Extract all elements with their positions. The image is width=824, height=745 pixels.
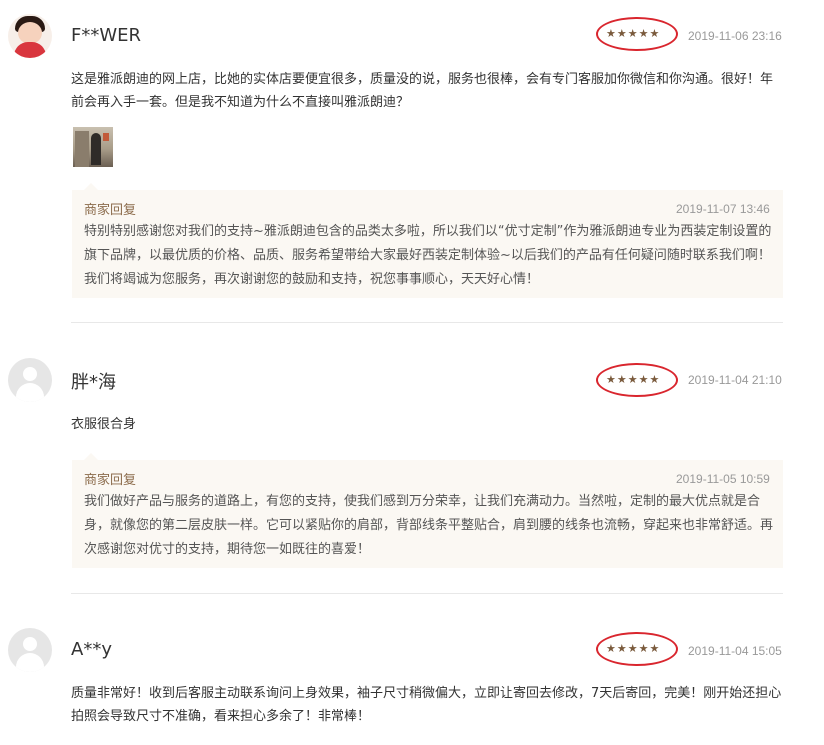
- merchant-reply-label: 商家回复: [84, 473, 137, 488]
- merchant-reply-date: 2019-11-05 10:59: [676, 472, 770, 486]
- merchant-reply: 商家回复 2019-11-05 10:59 我们做好产品与服务的道路上，有您的支…: [72, 453, 783, 568]
- review-item: F**WER ★★★★★ 2019-11-06 23:16 这是雅派朗迪的网上店…: [0, 0, 824, 323]
- photo-frame: [103, 133, 109, 141]
- review-date: 2019-11-04 21:10: [688, 373, 782, 387]
- merchant-reply-date: 2019-11-07 13:46: [676, 202, 770, 216]
- photo-figure: [91, 133, 101, 165]
- merchant-reply: 商家回复 2019-11-07 13:46 特别特别感谢您对我们的支持~雅派朗迪…: [72, 183, 783, 298]
- user-avatar[interactable]: [8, 628, 52, 672]
- review-item: A**y ★★★★★ 2019-11-04 15:05 质量非常好！收到后客服主…: [0, 594, 824, 745]
- user-avatar[interactable]: [8, 358, 52, 402]
- review-date: 2019-11-04 15:05: [688, 644, 782, 658]
- avatar-placeholder-body: [16, 653, 44, 672]
- merchant-reply-text: 特别特别感谢您对我们的支持~雅派朗迪包含的品类太多啦，所以我们以“优寸定制”作为…: [84, 224, 772, 287]
- avatar-placeholder-body: [16, 383, 44, 402]
- avatar-placeholder-head: [23, 637, 37, 651]
- reviewer-name: F**WER: [71, 25, 142, 46]
- user-avatar[interactable]: [8, 14, 52, 58]
- avatar-face: [18, 22, 42, 44]
- photo-door: [75, 131, 89, 167]
- review-text: 质量非常好！收到后客服主动联系询问上身效果，袖子尺寸稍微偏大，立即让寄回去修改，…: [71, 686, 782, 724]
- review-photo-thumbnail[interactable]: [73, 127, 113, 167]
- star-rating: ★★★★★: [606, 373, 661, 386]
- review-text: 这是雅派朗迪的网上店，比她的实体店要便宜很多，质量没的说，服务也很棒，会有专门客…: [71, 72, 774, 110]
- merchant-reply-text: 我们做好产品与服务的道路上，有您的支持，使我们感到万分荣幸，让我们充满动力。当然…: [84, 494, 774, 557]
- reviewer-name: 胖*海: [71, 372, 116, 393]
- review-item: 胖*海 ★★★★★ 2019-11-04 21:10 衣服很合身 商家回复 20…: [0, 323, 824, 594]
- avatar-body: [14, 42, 46, 58]
- star-rating: ★★★★★: [606, 27, 661, 40]
- review-text: 衣服很合身: [71, 417, 137, 432]
- star-rating: ★★★★★: [606, 642, 661, 655]
- reviewer-name: A**y: [71, 639, 112, 660]
- avatar-placeholder-head: [23, 367, 37, 381]
- merchant-reply-label: 商家回复: [84, 203, 137, 218]
- review-date: 2019-11-06 23:16: [688, 29, 782, 43]
